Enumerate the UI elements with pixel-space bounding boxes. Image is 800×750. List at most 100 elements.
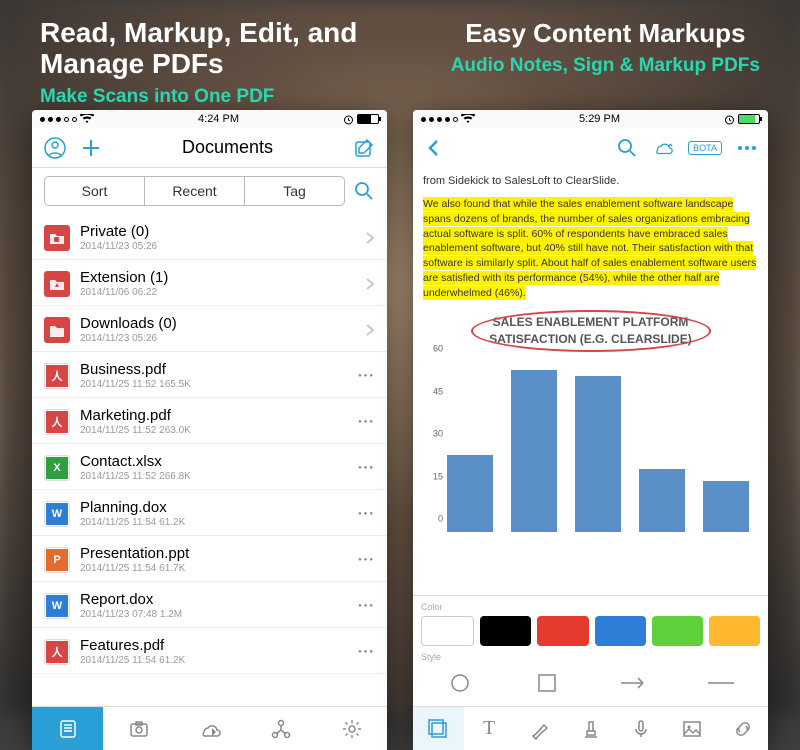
list-row[interactable]: Private (0)2014/11/23 05:26 bbox=[32, 214, 387, 260]
tool-text[interactable]: T bbox=[464, 707, 515, 750]
chart-bar bbox=[511, 370, 557, 532]
color-swatch[interactable] bbox=[709, 616, 760, 646]
color-swatch[interactable] bbox=[480, 616, 531, 646]
file-meta: 2014/11/25 11:52 266.8K bbox=[80, 471, 358, 482]
style-circle[interactable] bbox=[428, 670, 492, 696]
chart: SALES ENABLEMENT PLATFORM SATISFACTION (… bbox=[423, 314, 758, 532]
chevron-right-icon[interactable] bbox=[365, 277, 375, 291]
profile-icon[interactable] bbox=[44, 137, 66, 159]
tab-documents[interactable] bbox=[32, 707, 103, 750]
style-label: Style bbox=[421, 652, 760, 662]
more-dots-icon[interactable]: ●●● bbox=[358, 465, 375, 471]
file-name: Downloads (0) bbox=[80, 315, 365, 332]
tab-share[interactable] bbox=[245, 707, 316, 750]
more-dots-icon[interactable]: ●●● bbox=[358, 557, 375, 563]
phone-screenshot-documents: 4:24 PM Documents Sort Recent Tag Privat… bbox=[32, 110, 387, 750]
markup-toolbar: T bbox=[413, 706, 768, 750]
list-row[interactable]: W Planning.dox2014/11/25 11:54 61.2K●●● bbox=[32, 490, 387, 536]
color-swatch[interactable] bbox=[537, 616, 588, 646]
tab-settings[interactable] bbox=[316, 707, 387, 750]
file-icon: 人 bbox=[44, 409, 70, 435]
alarm-icon bbox=[343, 114, 354, 125]
tool-shape[interactable] bbox=[413, 707, 464, 750]
file-name: Contact.xlsx bbox=[80, 453, 358, 470]
file-meta: 2014/11/25 11:52 263.0K bbox=[80, 425, 358, 436]
search-icon[interactable] bbox=[353, 180, 375, 202]
file-name: Report.dox bbox=[80, 591, 358, 608]
file-meta: 2014/11/25 11:54 61.2K bbox=[80, 655, 358, 666]
folder-icon bbox=[44, 317, 70, 343]
file-icon: P bbox=[44, 547, 70, 573]
y-tick: 30 bbox=[433, 428, 443, 441]
list-row[interactable]: PPresentation.ppt2014/11/25 11:54 61.7K●… bbox=[32, 536, 387, 582]
back-icon[interactable] bbox=[423, 137, 445, 159]
file-icon: W bbox=[44, 501, 70, 527]
alarm-icon bbox=[724, 114, 735, 125]
y-tick: 15 bbox=[433, 470, 443, 483]
status-bar: 5:29 PM bbox=[413, 110, 768, 128]
folder-icon bbox=[44, 271, 70, 297]
y-tick: 60 bbox=[433, 343, 443, 356]
seg-sort[interactable]: Sort bbox=[45, 177, 145, 205]
list-row[interactable]: Extension (1)2014/11/06 06:22 bbox=[32, 260, 387, 306]
more-dots-icon[interactable]: ●●● bbox=[358, 419, 375, 425]
seg-tag[interactable]: Tag bbox=[245, 177, 344, 205]
file-meta: 2014/11/06 06:22 bbox=[80, 287, 365, 298]
cloud-sync-icon[interactable] bbox=[652, 137, 674, 159]
chart-bar bbox=[703, 481, 749, 532]
tool-audio[interactable] bbox=[616, 707, 667, 750]
color-swatch[interactable] bbox=[595, 616, 646, 646]
more-icon[interactable] bbox=[736, 137, 758, 159]
list-row[interactable]: 人Marketing.pdf2014/11/25 11:52 263.0K●●● bbox=[32, 398, 387, 444]
tool-image[interactable] bbox=[667, 707, 718, 750]
list-row[interactable]: X Contact.xlsx2014/11/25 11:52 266.8K●●● bbox=[32, 444, 387, 490]
chart-bar bbox=[447, 455, 493, 532]
file-icon: X bbox=[44, 455, 70, 481]
seg-recent[interactable]: Recent bbox=[145, 177, 245, 205]
style-arrow[interactable] bbox=[602, 670, 666, 696]
page-title: Documents bbox=[182, 137, 273, 158]
style-square[interactable] bbox=[515, 670, 579, 696]
bota-button[interactable]: BOTA bbox=[688, 141, 722, 155]
style-line[interactable] bbox=[689, 670, 753, 696]
search-icon[interactable] bbox=[616, 137, 638, 159]
tab-cloud[interactable] bbox=[174, 707, 245, 750]
more-dots-icon[interactable]: ●●● bbox=[358, 649, 375, 655]
segment-control: Sort Recent Tag bbox=[44, 176, 345, 206]
status-time: 5:29 PM bbox=[579, 113, 620, 125]
more-dots-icon[interactable]: ●●● bbox=[358, 373, 375, 379]
list-row[interactable]: 人Business.pdf2014/11/25 11:52 165.5K●●● bbox=[32, 352, 387, 398]
chevron-right-icon[interactable] bbox=[365, 323, 375, 337]
headline-right: Easy Content Markups bbox=[451, 18, 760, 49]
file-name: Private (0) bbox=[80, 223, 365, 240]
tool-pen[interactable] bbox=[514, 707, 565, 750]
color-swatch[interactable] bbox=[652, 616, 703, 646]
compose-icon[interactable] bbox=[353, 137, 375, 159]
file-icon: 人 bbox=[44, 639, 70, 665]
wifi-icon bbox=[80, 114, 94, 124]
add-icon[interactable] bbox=[80, 137, 102, 159]
folder-icon bbox=[44, 225, 70, 251]
more-dots-icon[interactable]: ●●● bbox=[358, 603, 375, 609]
list-row[interactable]: WReport.dox2014/11/23 07:48 1.2M●●● bbox=[32, 582, 387, 628]
tool-link[interactable] bbox=[717, 707, 768, 750]
color-swatch[interactable] bbox=[421, 616, 474, 646]
status-bar: 4:24 PM bbox=[32, 110, 387, 128]
file-meta: 2014/11/23 07:48 1.2M bbox=[80, 609, 358, 620]
tab-camera[interactable] bbox=[103, 707, 174, 750]
more-dots-icon[interactable]: ●●● bbox=[358, 511, 375, 517]
list-row[interactable]: 人 Features.pdf2014/11/25 11:54 61.2K●●● bbox=[32, 628, 387, 674]
tab-bar bbox=[32, 706, 387, 750]
file-name: Presentation.ppt bbox=[80, 545, 358, 562]
file-name: Features.pdf bbox=[80, 637, 358, 654]
doc-paragraph-highlighted: We also found that while the sales enabl… bbox=[423, 197, 758, 300]
file-name: Planning.dox bbox=[80, 499, 358, 516]
chevron-right-icon[interactable] bbox=[365, 231, 375, 245]
file-meta: 2014/11/25 11:54 61.2K bbox=[80, 517, 358, 528]
document-body[interactable]: from Sidekick to SalesLoft to ClearSlide… bbox=[413, 168, 768, 595]
list-row[interactable]: Downloads (0)2014/11/23 05:26 bbox=[32, 306, 387, 352]
chart-bar bbox=[639, 469, 685, 531]
doc-navbar: BOTA bbox=[413, 128, 768, 168]
ellipse-annotation bbox=[471, 310, 711, 352]
tool-stamp[interactable] bbox=[565, 707, 616, 750]
